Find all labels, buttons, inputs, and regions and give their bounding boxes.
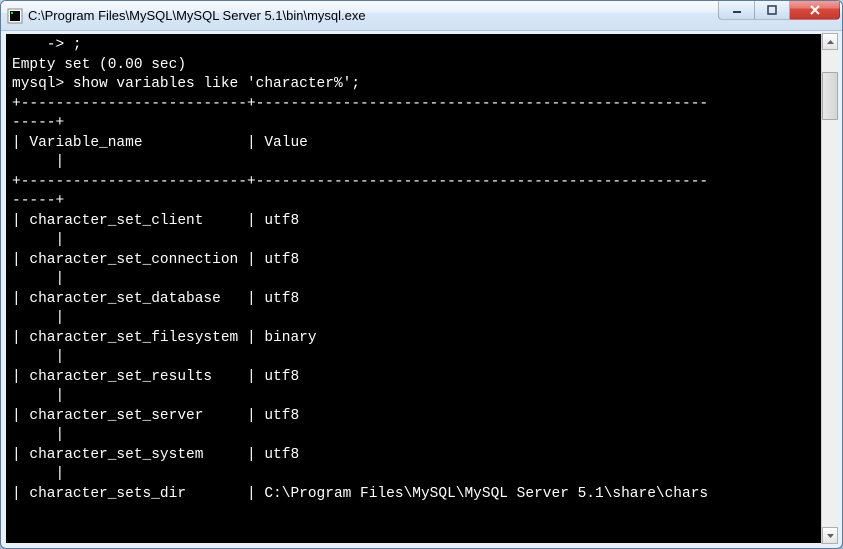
window-title: C:\Program Files\MySQL\MySQL Server 5.1\… [28, 8, 718, 23]
minimize-button[interactable] [718, 0, 754, 20]
table-border: +--------------------------+------------… [12, 95, 837, 115]
table-row: | character_set_server | utf8 [12, 407, 837, 427]
maximize-button[interactable] [754, 0, 790, 20]
table-row: | [12, 387, 837, 407]
table-border: -----+ [12, 192, 837, 212]
table-header: | [12, 153, 837, 173]
table-row: | character_sets_dir | C:\Program Files\… [12, 485, 837, 505]
close-button[interactable] [790, 0, 840, 20]
titlebar[interactable]: C:\Program Files\MySQL\MySQL Server 5.1\… [1, 1, 842, 31]
app-window: C:\Program Files\MySQL\MySQL Server 5.1\… [0, 0, 843, 549]
terminal-line: Empty set (0.00 sec) [12, 56, 837, 76]
scroll-down-button[interactable] [822, 527, 838, 544]
table-row: | [12, 231, 837, 251]
scroll-track[interactable] [822, 50, 838, 527]
table-row: | character_set_database | utf8 [12, 290, 837, 310]
table-row: | character_set_filesystem | binary [12, 329, 837, 349]
table-row: | [12, 465, 837, 485]
scroll-up-button[interactable] [822, 33, 838, 50]
window-controls [718, 1, 842, 30]
table-row: | [12, 309, 837, 329]
table-row: | character_set_client | utf8 [12, 212, 837, 232]
table-border: -----+ [12, 114, 837, 134]
scroll-thumb[interactable] [822, 72, 838, 120]
app-icon [7, 8, 23, 24]
terminal-prompt: mysql> show variables like 'character%'; [12, 75, 837, 95]
table-row: | character_set_results | utf8 [12, 368, 837, 388]
table-border: +--------------------------+------------… [12, 173, 837, 193]
table-row: | character_set_system | utf8 [12, 446, 837, 466]
table-row: | [12, 348, 837, 368]
scrollbar[interactable] [821, 33, 838, 544]
terminal[interactable]: -> ;Empty set (0.00 sec)mysql> show vari… [1, 31, 842, 548]
table-row: | [12, 270, 837, 290]
table-row: | character_set_connection | utf8 [12, 251, 837, 271]
table-header: | Variable_name | Value [12, 134, 837, 154]
terminal-line: -> ; [12, 36, 837, 56]
table-row: | [12, 426, 837, 446]
